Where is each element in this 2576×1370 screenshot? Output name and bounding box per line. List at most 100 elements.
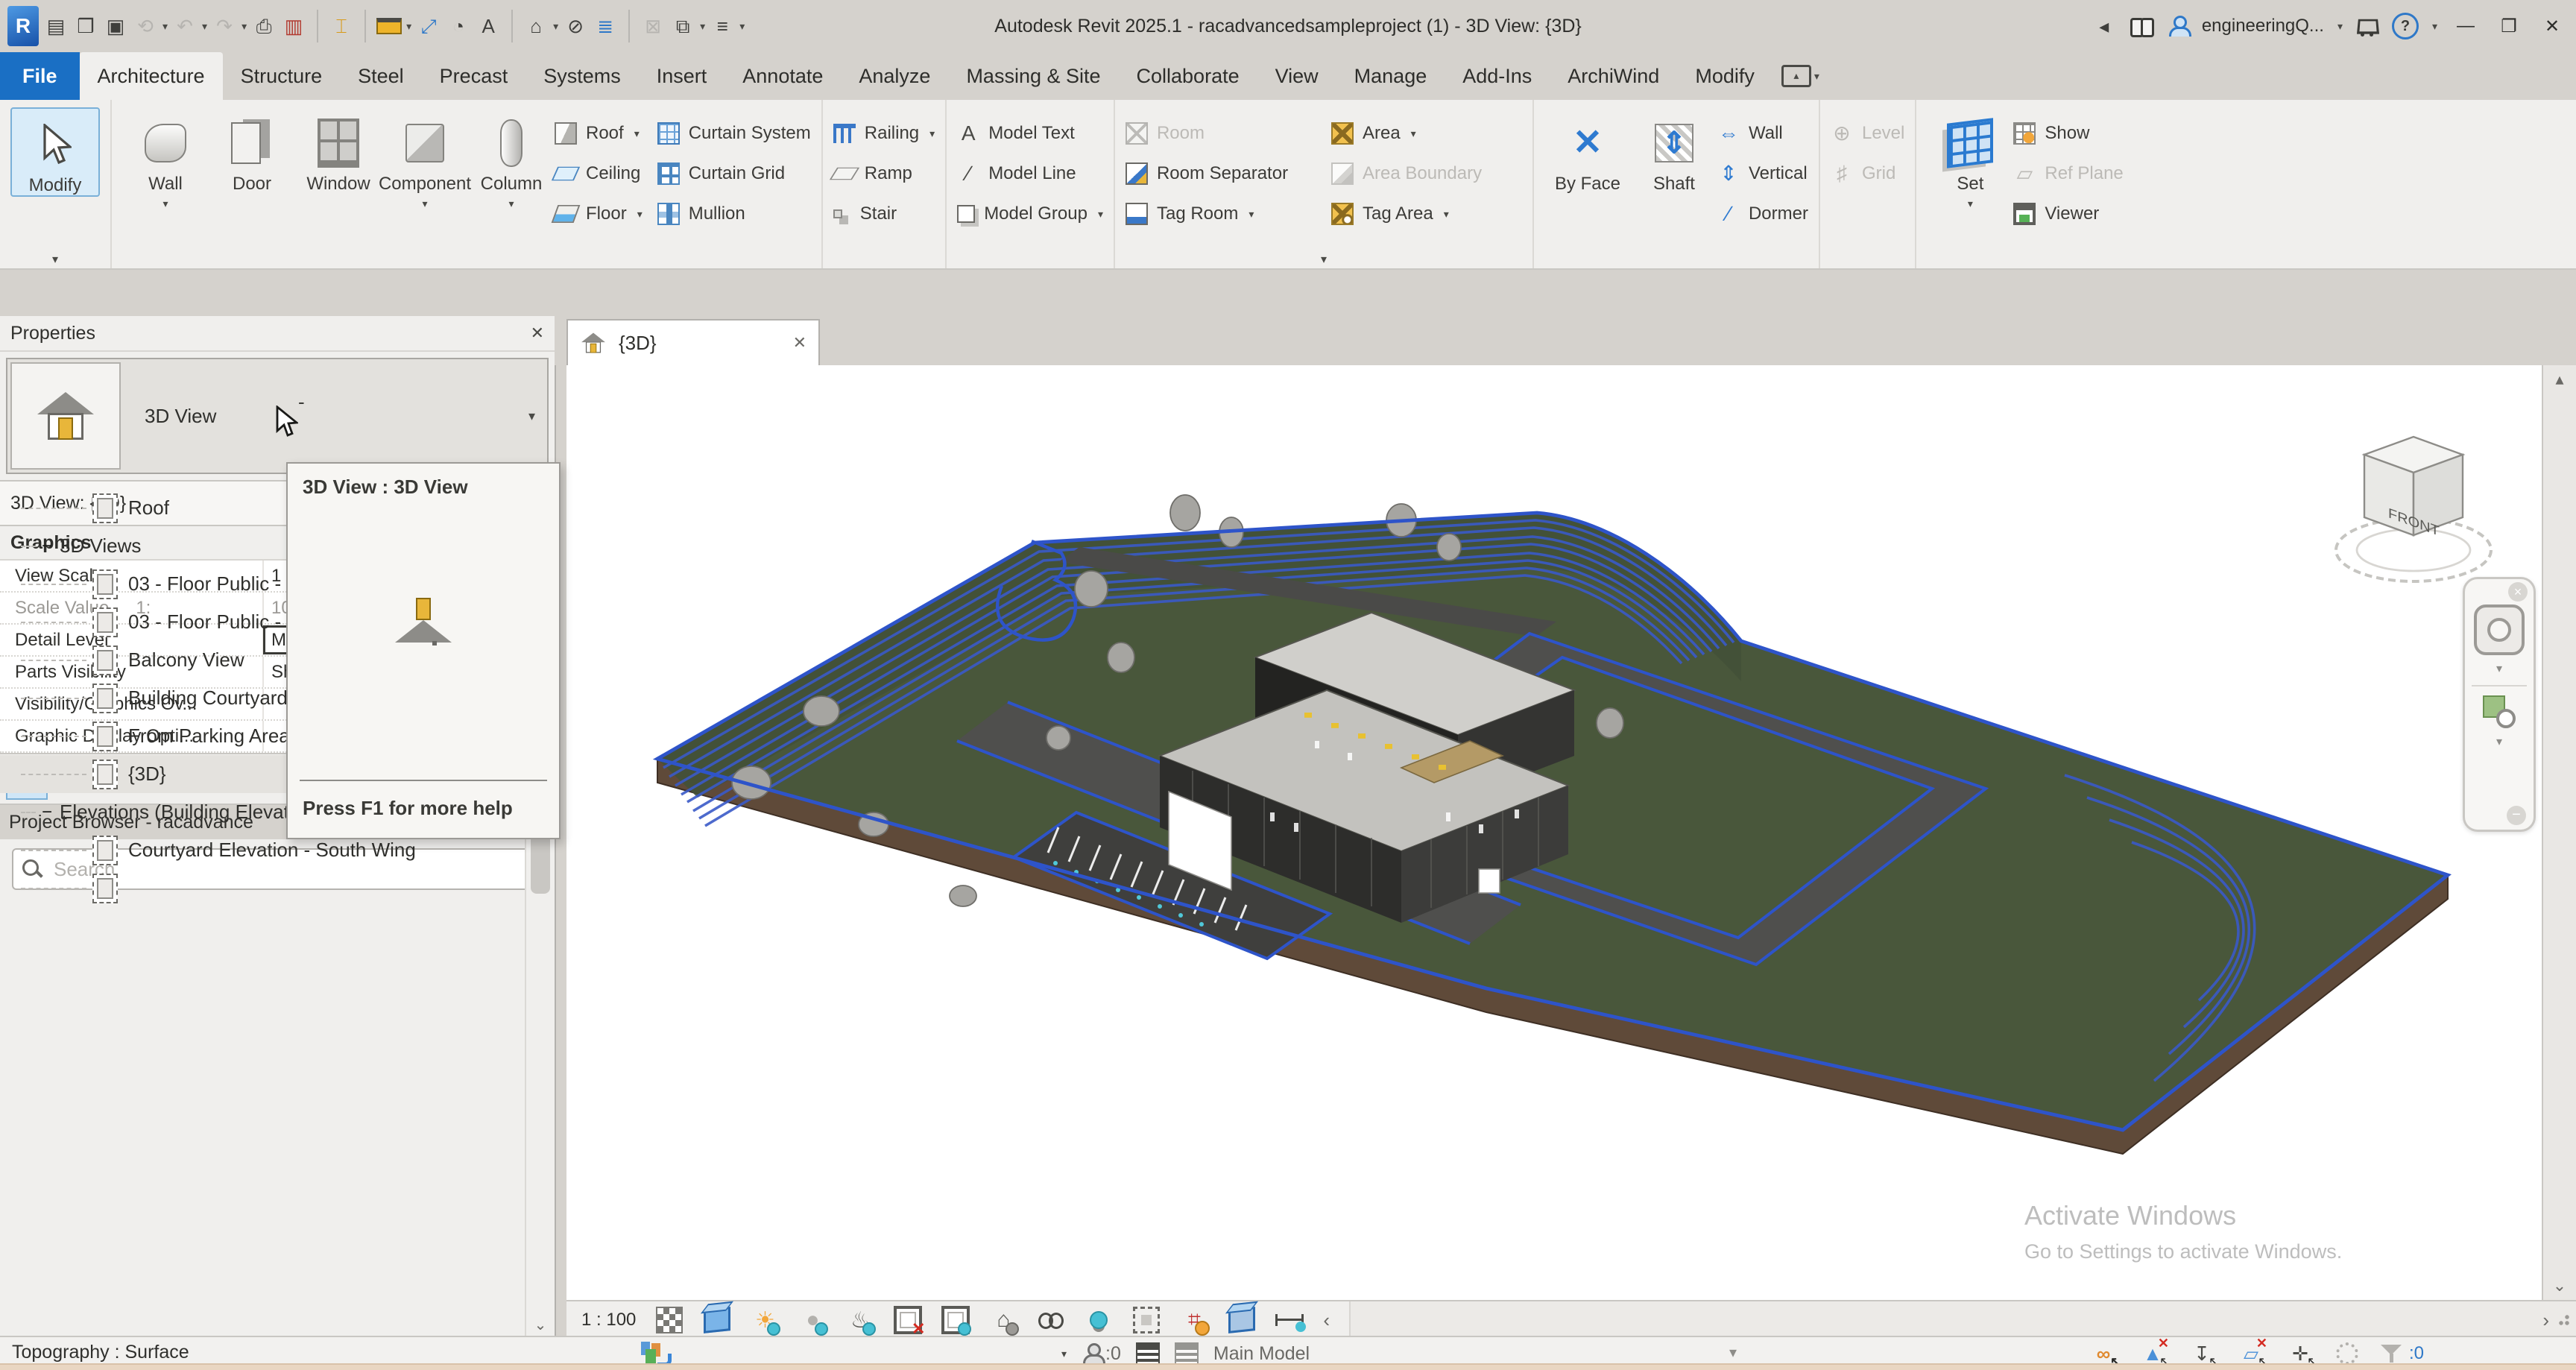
active-design-option[interactable]: Main Model	[1213, 1343, 1310, 1365]
tab-systems[interactable]: Systems	[525, 52, 639, 100]
worksharing-caret-icon[interactable]: ▾	[1061, 1348, 1067, 1360]
view-tab-3d[interactable]: {3D} ✕	[566, 319, 820, 365]
area-button[interactable]: Area▾	[1331, 115, 1522, 152]
scroll-down-icon[interactable]: ⌄	[526, 1316, 555, 1334]
detail-level-icon[interactable]	[655, 1306, 684, 1334]
component-button[interactable]: Component ▾	[382, 107, 468, 213]
railing-button[interactable]: Railing▾	[833, 115, 935, 152]
window-button[interactable]: Window	[295, 107, 382, 194]
zoom-tool-icon[interactable]	[2483, 695, 2516, 728]
show-work-plane-button[interactable]: Show	[2013, 115, 2123, 152]
switch-caret-icon[interactable]: ▾	[700, 20, 705, 33]
save-orientation-lock-icon[interactable]: ⌂	[989, 1306, 1017, 1334]
select-underlay-toggle[interactable]: ▲✕↖	[2139, 1342, 2166, 1366]
select-by-face-toggle[interactable]: ▱✕↖	[2238, 1342, 2264, 1366]
steering-wheel-icon[interactable]	[2474, 604, 2525, 655]
switch-windows-icon[interactable]: ⧉	[670, 7, 695, 45]
ribbon-state-toggle[interactable]: ▴ ▾	[1781, 52, 1819, 100]
column-button[interactable]: Column ▾	[468, 107, 555, 213]
tab-add-ins[interactable]: Add-Ins	[1445, 52, 1550, 100]
account-icon[interactable]	[2168, 16, 2188, 37]
redo-icon[interactable]: ↷	[212, 7, 237, 45]
properties-close-icon[interactable]: ✕	[531, 323, 544, 343]
back-icon[interactable]: ◂	[2092, 7, 2117, 45]
tab-massing-site[interactable]: Massing & Site	[948, 52, 1118, 100]
tab-view[interactable]: View	[1257, 52, 1336, 100]
tag-room-button[interactable]: Tag Room▾	[1126, 195, 1331, 233]
editing-requests[interactable]: :0	[1082, 1343, 1121, 1365]
restore-button[interactable]: ❐	[2494, 16, 2524, 37]
tab-collaborate[interactable]: Collaborate	[1119, 52, 1257, 100]
ramp-button[interactable]: Ramp	[833, 155, 935, 192]
show-analytical-model-icon[interactable]: ⌗	[1180, 1306, 1208, 1334]
dimension-caret-icon[interactable]: ▾	[406, 20, 411, 33]
customize-icon[interactable]: ≡	[710, 7, 735, 45]
ceiling-button[interactable]: Ceiling	[555, 155, 643, 192]
tab-modify[interactable]: Modify	[1677, 52, 1772, 100]
select-panel-caret-icon[interactable]: ▾	[52, 252, 58, 267]
filter-count[interactable]: :0	[2409, 1343, 2424, 1364]
tab-architecture[interactable]: Architecture	[80, 52, 223, 100]
room-button[interactable]: Room	[1126, 115, 1331, 152]
shadows-icon[interactable]: ●	[798, 1306, 827, 1334]
model-line-button[interactable]: ∕Model Line	[957, 155, 1103, 192]
close-button[interactable]: ✕	[2537, 16, 2567, 37]
visual-style-icon[interactable]	[703, 1306, 731, 1334]
aligned-dimension-icon[interactable]	[376, 18, 402, 34]
type-selector-caret-icon[interactable]: ▾	[528, 408, 535, 424]
worksets-icon[interactable]	[1136, 1342, 1160, 1365]
type-image-button[interactable]	[10, 362, 121, 470]
tab-structure[interactable]: Structure	[223, 52, 341, 100]
drawing-area[interactable]: FRONT RIGHT × ▾ ▾ − Activate Windows Go …	[566, 365, 2543, 1300]
reveal-hidden-elements-icon[interactable]	[1085, 1306, 1113, 1334]
stair-button[interactable]: Stair	[833, 195, 935, 233]
select-pinned-toggle[interactable]: ↧↖	[2188, 1342, 2215, 1366]
vertical-scrollbar[interactable]: ▴ ⌄	[2542, 365, 2576, 1300]
tag-area-button[interactable]: Tag Area▾	[1331, 195, 1522, 233]
reveal-constraints-icon[interactable]	[1275, 1306, 1304, 1334]
tab-insert[interactable]: Insert	[639, 52, 725, 100]
set-button[interactable]: Set ▾	[1927, 107, 2013, 213]
horizontal-scrollbar[interactable]: ›	[1349, 1301, 2576, 1339]
store-cart-icon[interactable]	[2356, 17, 2378, 35]
print-icon[interactable]: ⎙	[251, 7, 277, 45]
wall-button[interactable]: Wall ▾	[122, 107, 209, 213]
undo-caret-icon[interactable]: ▾	[202, 20, 207, 33]
sync-icon[interactable]: ⟲	[133, 7, 158, 45]
account-caret-icon[interactable]: ▾	[2337, 20, 2343, 33]
export-pdf-icon[interactable]: ▥	[281, 7, 306, 45]
rendering-dialog-icon[interactable]: ♨	[846, 1306, 874, 1334]
tab-precast[interactable]: Precast	[422, 52, 526, 100]
temporary-view-properties-icon[interactable]	[1132, 1306, 1161, 1334]
undo-icon[interactable]: ↶	[172, 7, 198, 45]
floor-button[interactable]: Floor▾	[555, 195, 643, 233]
model-text-button[interactable]: AModel Text	[957, 115, 1103, 152]
tab-steel[interactable]: Steel	[340, 52, 422, 100]
dormer-button[interactable]: ∕Dormer	[1717, 195, 1808, 233]
tree-item-partial[interactable]	[0, 869, 526, 907]
navigation-bar[interactable]: × ▾ ▾ −	[2463, 577, 2536, 832]
detail-flag-icon[interactable]: ◔	[446, 7, 471, 45]
mullion-button[interactable]: Mullion	[657, 195, 811, 233]
select-links-toggle[interactable]: ∞↖	[2090, 1342, 2117, 1366]
design-option-caret-icon[interactable]: ▾	[1729, 1343, 1737, 1362]
temporary-hide-isolate-icon[interactable]	[1037, 1306, 1065, 1334]
open-icon[interactable]: ❒	[73, 7, 98, 45]
wall-opening-button[interactable]: ⇔Wall	[1717, 115, 1808, 152]
tab-manage[interactable]: Manage	[1336, 52, 1445, 100]
level-button[interactable]: ⊕Level	[1831, 115, 1904, 152]
home-icon[interactable]: ⌂	[523, 7, 549, 45]
vcb-collapse-icon[interactable]: ‹	[1323, 1309, 1330, 1332]
collapse-icon[interactable]: −	[42, 536, 60, 557]
tab-archiwind[interactable]: ArchiWind	[1550, 52, 1677, 100]
vertical-opening-button[interactable]: ⇕Vertical	[1717, 155, 1808, 192]
redo-caret-icon[interactable]: ▾	[242, 20, 247, 33]
filter-icon[interactable]	[2381, 1343, 2402, 1364]
sun-path-icon[interactable]: ☀	[751, 1306, 779, 1334]
view-cube[interactable]: FRONT RIGHT	[2330, 425, 2497, 601]
scroll-up-icon[interactable]: ▴	[2543, 370, 2576, 389]
drag-on-selection-toggle[interactable]: ✛↖	[2287, 1342, 2314, 1366]
room-area-panel-caret-icon[interactable]: ▾	[1321, 252, 1327, 267]
collapse-icon[interactable]: −	[42, 802, 60, 823]
area-boundary-button[interactable]: Area Boundary	[1331, 155, 1522, 192]
